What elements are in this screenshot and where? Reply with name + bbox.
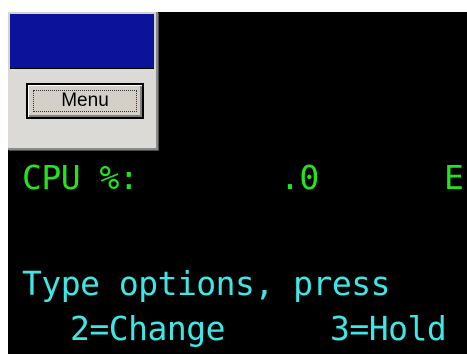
menu-button[interactable]: Menu	[26, 83, 144, 119]
menu-popup-window: Menu	[8, 12, 158, 150]
option-hold: 3=Hold	[330, 309, 447, 348]
window-body: Menu	[8, 69, 156, 148]
truncated-field-label: E	[444, 158, 464, 197]
cpu-percent-label: CPU %:	[22, 158, 139, 197]
option-change: 2=Change	[70, 309, 225, 348]
window-titlebar[interactable]	[10, 14, 154, 69]
instruction-line: Type options, press	[22, 264, 391, 303]
menu-button-label: Menu	[61, 90, 109, 111]
cpu-percent-value: .0	[280, 158, 319, 197]
